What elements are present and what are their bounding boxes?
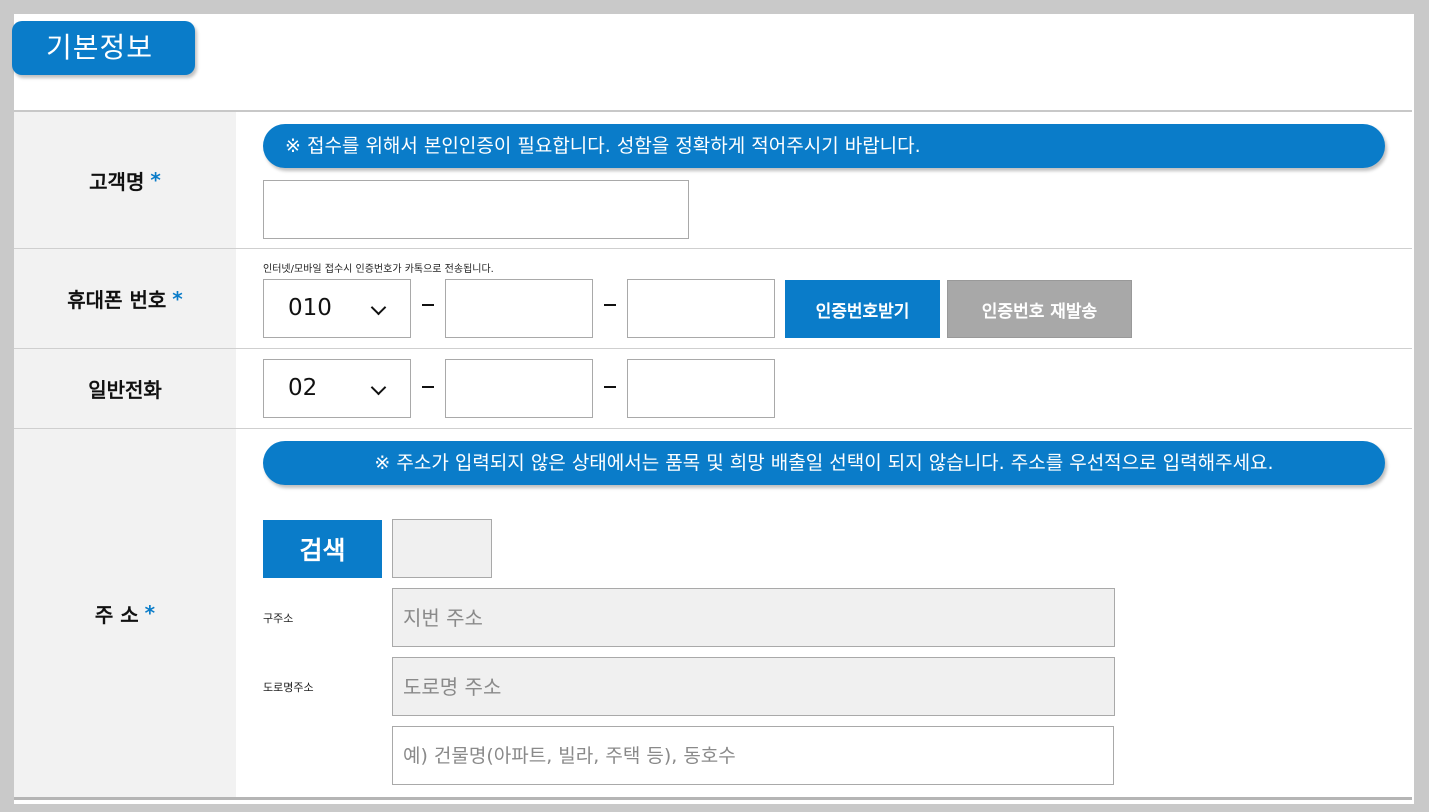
mobile-row: 휴대폰 번호 * 인터넷/모바일 접수시 인증번호가 카톡으로 전송됩니다. 0… xyxy=(14,248,1412,348)
required-mark: * xyxy=(172,286,183,311)
dash-separator xyxy=(604,304,616,306)
customer-name-label-cell: 고객명 * xyxy=(14,112,236,248)
mobile-prefix-value: 010 xyxy=(288,295,332,321)
dash-separator xyxy=(604,386,616,388)
address-label-cell: 주 소 * xyxy=(14,429,236,797)
bottom-divider xyxy=(14,797,1412,800)
mobile-auth-note: 인터넷/모바일 접수시 인증번호가 카톡으로 전송됩니다. xyxy=(263,264,494,275)
mobile-label: 휴대폰 번호 xyxy=(67,288,167,312)
mobile-middle-input[interactable] xyxy=(445,279,593,338)
name-notice-banner: ※ 접수를 위해서 본인인증이 필요합니다. 성함을 정확하게 적어주시기 바랍… xyxy=(263,124,1385,168)
landline-prefix-value: 02 xyxy=(288,375,318,401)
mobile-prefix-select[interactable]: 010 xyxy=(263,279,411,338)
address-label: 주 소 xyxy=(94,602,139,627)
landline-last-input[interactable] xyxy=(627,359,775,418)
detail-address-input[interactable] xyxy=(392,726,1114,785)
road-address-label: 도로명주소 xyxy=(263,681,314,694)
request-code-button[interactable]: 인증번호받기 xyxy=(785,280,940,338)
chevron-down-icon xyxy=(370,379,387,396)
dash-separator xyxy=(422,304,434,306)
landline-label: 일반전화 xyxy=(88,378,162,402)
section-title: 기본정보 xyxy=(12,21,195,75)
dash-separator xyxy=(422,386,434,388)
old-address-label: 구주소 xyxy=(263,612,294,625)
required-mark: * xyxy=(150,168,161,192)
old-address-input[interactable] xyxy=(392,588,1115,647)
customer-name-label: 고객명 xyxy=(89,169,145,194)
address-row: 주 소 * ※ 주소가 입력되지 않은 상태에서는 품목 및 희망 배출일 선택… xyxy=(14,428,1412,797)
address-notice-banner: ※ 주소가 입력되지 않은 상태에서는 품목 및 희망 배출일 선택이 되지 않… xyxy=(263,441,1385,485)
address-search-button[interactable]: 검색 xyxy=(263,520,382,578)
address-extra-box[interactable] xyxy=(392,519,492,578)
landline-prefix-select[interactable]: 02 xyxy=(263,359,411,418)
landline-middle-input[interactable] xyxy=(445,359,593,418)
customer-name-input[interactable] xyxy=(263,180,689,239)
landline-row: 일반전화 02 xyxy=(14,348,1412,428)
mobile-label-cell: 휴대폰 번호 * xyxy=(14,249,236,348)
required-mark: * xyxy=(144,601,156,625)
mobile-last-input[interactable] xyxy=(627,279,775,338)
resend-code-button[interactable]: 인증번호 재발송 xyxy=(947,280,1132,338)
customer-name-row: 고객명 * ※ 접수를 위해서 본인인증이 필요합니다. 성함을 정확하게 적어… xyxy=(14,110,1412,248)
landline-label-cell: 일반전화 xyxy=(14,349,236,428)
chevron-down-icon xyxy=(370,299,387,316)
road-address-input[interactable] xyxy=(392,657,1115,716)
